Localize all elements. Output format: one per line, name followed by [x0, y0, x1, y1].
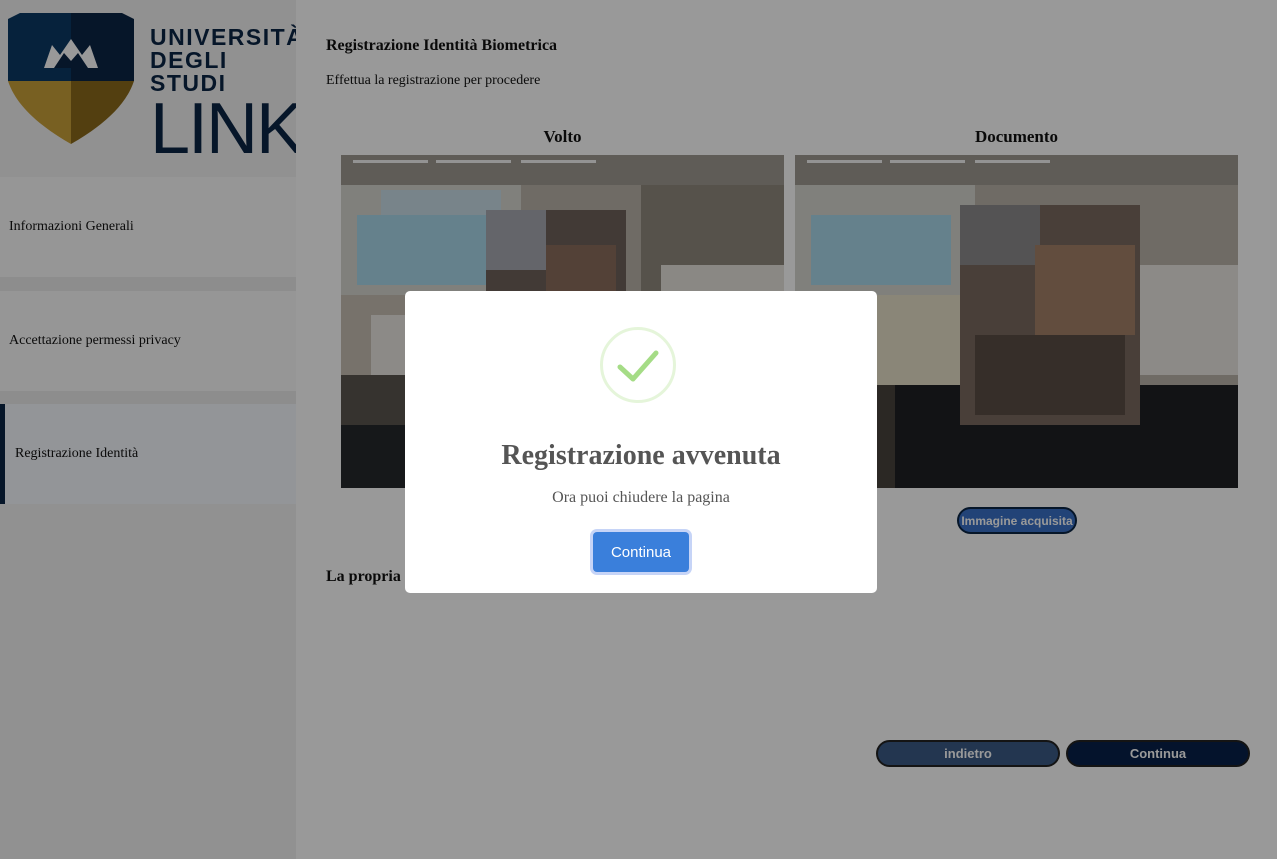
- check-icon: [617, 350, 659, 382]
- success-dialog: Registrazione avvenuta Ora puoi chiudere…: [405, 291, 877, 593]
- success-ring: [600, 327, 676, 403]
- dialog-title: Registrazione avvenuta: [501, 440, 781, 471]
- dialog-message: Ora puoi chiudere la pagina: [552, 489, 730, 506]
- dialog-continue-button[interactable]: Continua: [593, 532, 689, 572]
